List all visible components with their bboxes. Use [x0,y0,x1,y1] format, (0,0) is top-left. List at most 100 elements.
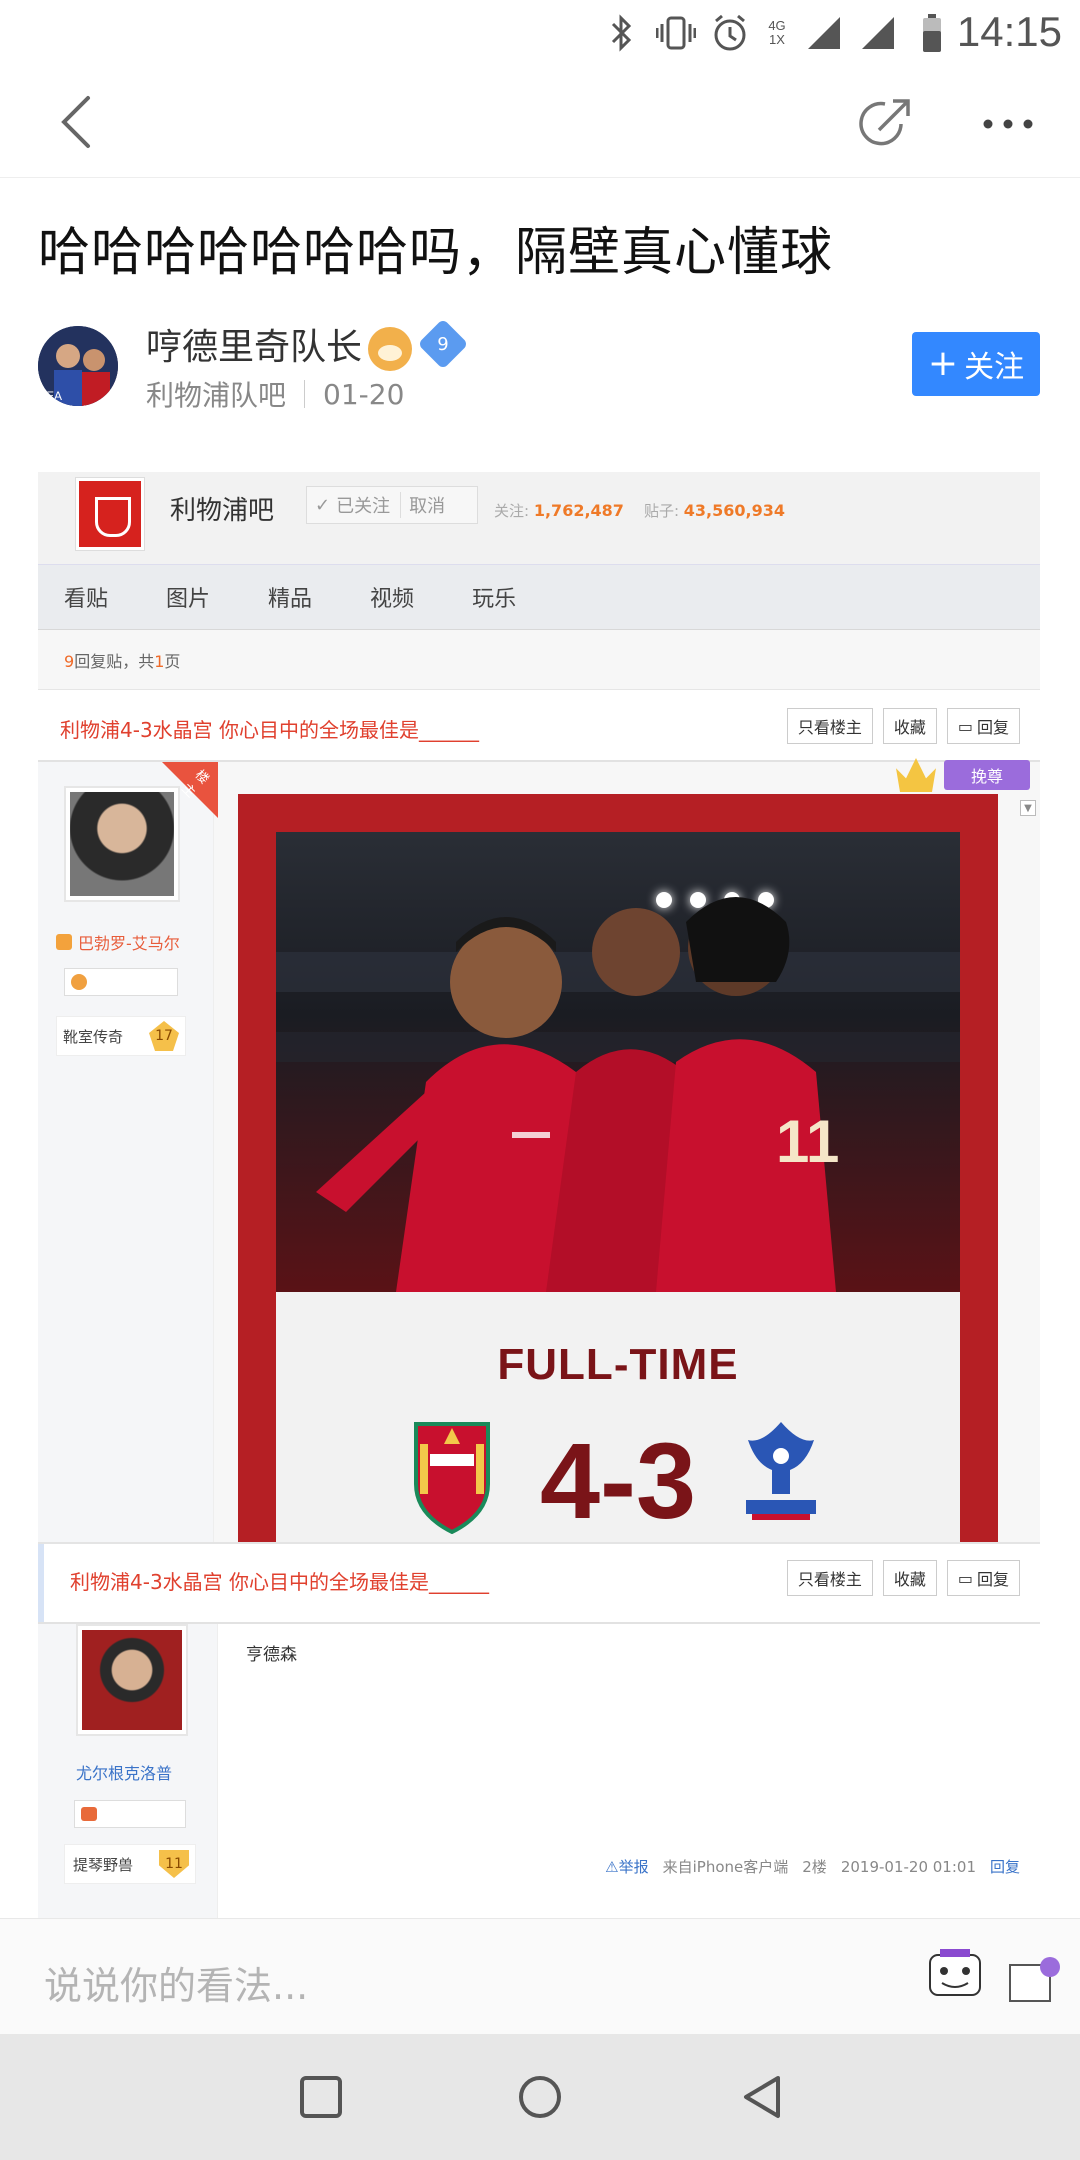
network-type: 4G 1X [768,18,786,47]
follow-button[interactable]: + 关注 [912,332,1040,396]
thread-buttons: 只看楼主 收藏 ▭ 回复 [786,708,1020,744]
status-icons: 4G 1X [602,10,952,56]
celebration-scene: 11 [276,832,960,1292]
bar-tab: 图片 [166,587,211,612]
bar-follow-box: ✓ 已关注 取消 [306,486,478,524]
reply-count: 9回复贴，共1页 [38,630,1040,690]
report-link: ⚠举报 [605,1856,648,1877]
match-score: 4-3 [539,1420,697,1541]
recents-icon[interactable] [296,2072,346,2122]
favorite-button: 收藏 [882,708,937,744]
reply-button-label: 回复 [976,718,1009,737]
poster-badge-box [74,1800,186,1828]
poster-avatar [76,1624,188,1736]
poster-avatar-image [70,792,174,896]
vibrate-icon [656,13,696,53]
bar-stat-follow: 关注: 1,762,487 [494,500,624,521]
bar-tab: 看贴 [64,587,109,612]
report-label: 举报 [618,1858,649,1876]
comment-input[interactable]: 说说你的看法... [44,1955,308,2010]
comment-bar: 说说你的看法... [0,1918,1080,2034]
back-triangle-icon[interactable] [738,2072,788,2122]
thread-buttons: 只看楼主 收藏 ▭ 回复 [786,1560,1020,1596]
chevron-down-icon: ▼ [1020,800,1036,816]
reply-count-pre: 回复贴，共 [74,652,155,671]
home-icon[interactable] [515,2072,565,2122]
bar-tab: 精品 [268,587,313,612]
svg-text:11: 11 [776,1108,839,1175]
bar-stat-posts-value: 43,560,934 [683,501,785,520]
poster-level: 11 [159,1850,189,1878]
more-icon[interactable] [978,94,1038,154]
author-name-text[interactable]: 哼德里奇队长 [146,327,362,368]
plus-icon: + [927,343,959,384]
post-footer: ⚠举报 来自iPhone客户端 2楼 2019-01-20 01:01 回复 [605,1856,1020,1877]
post-source: 来自iPhone客户端 [662,1858,789,1876]
bar-cancel-label: 取消 [400,492,445,518]
crown-icon [896,758,936,792]
bar-stat-posts: 贴子: 43,560,934 [644,500,785,521]
alarm-icon [710,13,750,53]
level-badge-number: 9 [437,333,449,355]
poster-avatar [64,786,180,902]
bar-header: 利物浦吧 ✓ 已关注 取消 关注: 1,762,487 贴子: 43,560,9… [38,472,1040,564]
dog-emoji-icon [368,327,413,371]
poster-name: 巴勃罗-艾马尔 [56,930,180,954]
post-datetime: 2019-01-20 01:01 [840,1857,976,1876]
bar-logo [76,478,144,550]
follow-label: 关注 [964,350,1025,385]
reply-count-number: 9 [64,652,75,671]
meta-divider [304,380,306,408]
sticker-icon[interactable] [920,1945,1070,2015]
status-bar: 4G 1X 14:15 [0,0,1080,66]
author-name[interactable]: 哼德里奇队长 [146,318,413,371]
signal-icon [804,13,844,53]
change-tag: 挽尊 [944,760,1030,790]
android-nav-bar [0,2034,1080,2160]
author-meta: 利物浦队吧 01-20 [146,374,404,414]
favorite-button: 收藏 [882,1560,937,1596]
bar-tab: 玩乐 [472,587,517,612]
bar-tabs: 看贴 图片 精品 视频 玩乐 [38,564,1040,630]
reply-count-post: 页 [164,652,181,671]
bar-followed-label: 已关注 [336,496,391,517]
bar-stat-follow-value: 1,762,487 [533,501,624,520]
svg-text:EA: EA [46,389,62,403]
reply-link: 回复 [989,1858,1020,1876]
poster-grade-text: 提琴野兽 [73,1855,134,1874]
warning-icon: ⚠ [605,1858,619,1876]
author-avatar[interactable]: EA [38,326,118,406]
post-accent-strip [38,1544,44,1624]
member-icon [56,934,72,950]
reply-button: ▭ 回复 [946,708,1020,744]
thread-bar: 利物浦4-3水晶宫 你心目中的全场最佳是______ 只看楼主 收藏 ▭ 回复 [38,690,1040,762]
bar-tab: 视频 [370,587,415,612]
players-illustration: 11 [276,897,960,1292]
poster-grade: 提琴野兽 11 [64,1844,196,1884]
share-icon[interactable] [855,94,915,154]
poster-badge-box [64,968,178,996]
poster-grade: 靴室传奇 17 [56,1016,186,1056]
bar-stat-follow-label: 关注: [494,502,530,520]
bluetooth-icon [602,13,642,53]
only-op-button: 只看楼主 [786,1560,873,1596]
chevron-left-icon[interactable] [50,92,110,152]
poster-name: 尤尔根克洛普 [76,1764,173,1783]
only-op-button: 只看楼主 [786,708,873,744]
forum-name[interactable]: 利物浦队吧 [146,374,286,414]
badge-icon [81,1807,97,1821]
reply-count-pages: 1 [154,652,165,671]
second-post[interactable]: 利物浦4-3水晶宫 你心目中的全场最佳是______ 只看楼主 收藏 ▭ 回复 尤… [38,1542,1040,1922]
check-icon: ✓ [315,494,331,516]
post-title: 哈哈哈哈哈哈哈吗，隔壁真心懂球 [38,223,834,283]
bar-stat-posts-label: 贴子: [643,502,679,520]
crystal-palace-crest-icon [740,1414,822,1526]
poster-sidebar: 尤尔根克洛普 提琴野兽 11 [38,1624,218,1922]
poster-name-text: 巴勃罗-艾马尔 [78,934,180,953]
poster-avatar-image [82,1630,182,1730]
reply-button: ▭ 回复 [946,1560,1020,1596]
page: 4G 1X 14:15 哈哈哈哈哈哈哈吗，隔壁真心懂球 EA 哼德里奇队长 9 … [0,0,1080,2160]
battery-icon [912,13,952,53]
thread-title: 利物浦4-3水晶宫 你心目中的全场最佳是______ [60,718,480,742]
thread-title: 利物浦4-3水晶宫 你心目中的全场最佳是______ [70,1570,490,1594]
